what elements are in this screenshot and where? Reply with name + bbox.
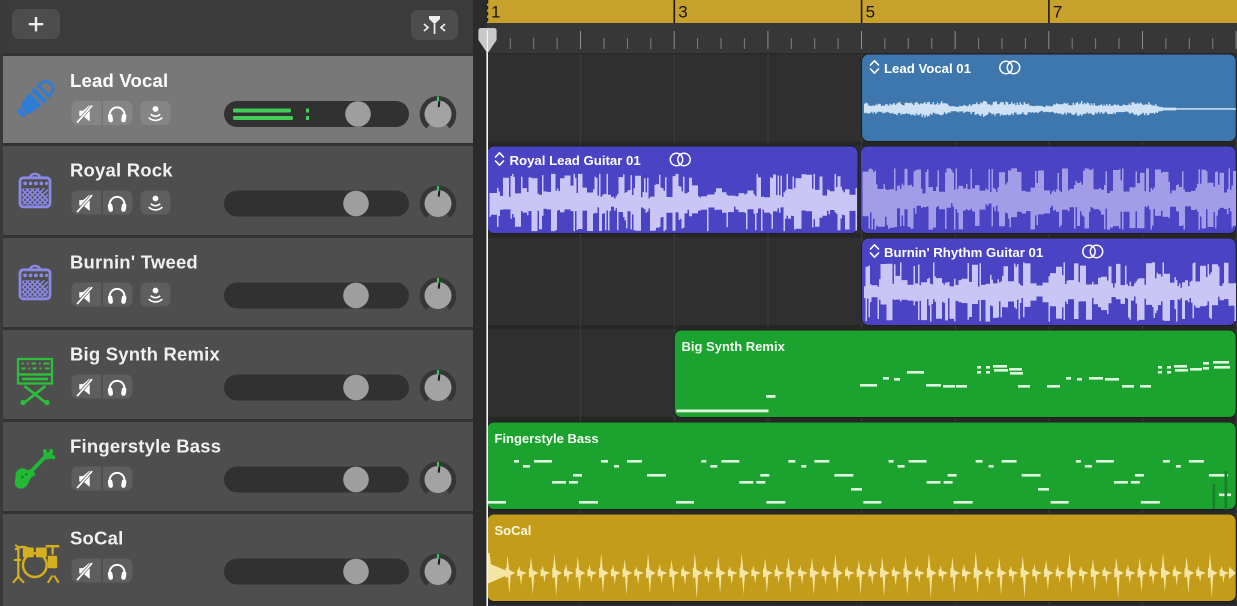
svg-text:Big Synth Remix: Big Synth Remix [682,339,786,354]
svg-text:SoCal: SoCal [495,523,532,538]
svg-text:Burnin' Tweed: Burnin' Tweed [70,252,198,273]
svg-text:Big Synth Remix: Big Synth Remix [70,344,221,365]
svg-text:Lead Vocal: Lead Vocal [70,70,168,91]
svg-text:Fingerstyle Bass: Fingerstyle Bass [495,431,599,446]
svg-text:7: 7 [1053,3,1062,22]
svg-text:1: 1 [491,3,500,22]
svg-text:Royal Lead Guitar 01: Royal Lead Guitar 01 [510,153,641,168]
svg-text:Lead Vocal 01: Lead Vocal 01 [884,61,971,76]
svg-text:SoCal: SoCal [70,528,123,549]
svg-text:3: 3 [678,3,687,22]
svg-text:Royal Rock: Royal Rock [70,160,173,181]
svg-text:Fingerstyle Bass: Fingerstyle Bass [70,436,221,457]
svg-text:5: 5 [866,3,875,22]
svg-text:Burnin' Rhythm Guitar 01: Burnin' Rhythm Guitar 01 [884,245,1043,260]
